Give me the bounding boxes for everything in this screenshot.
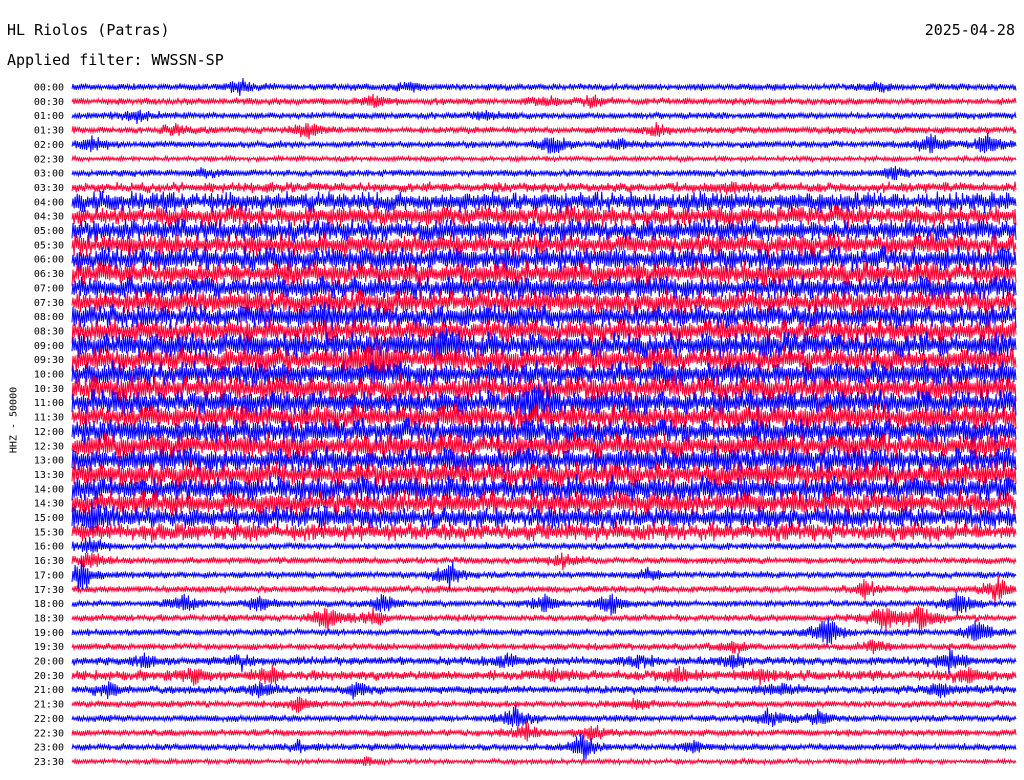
time-tick-label: 13:00: [34, 456, 64, 467]
time-tick-label: 17:00: [34, 570, 64, 581]
time-tick-label: 07:30: [34, 298, 64, 309]
trace-line-1930: [71, 639, 1017, 655]
trace-line-2000: [71, 647, 1017, 675]
time-tick-label: 11:00: [34, 398, 64, 409]
trace-line-2300: [71, 733, 1017, 761]
trace-line-2200: [71, 704, 1017, 728]
time-tick-label: 14:30: [34, 499, 64, 510]
trace-line-2100: [71, 681, 1017, 700]
time-tick-label: 00:30: [34, 97, 64, 108]
trace-line-0400: [71, 190, 1017, 214]
time-tick-label: 16:00: [34, 542, 64, 553]
time-tick-label: 09:30: [34, 355, 64, 366]
time-tick-label: 07:00: [34, 283, 64, 294]
time-tick-label: 03:30: [34, 183, 64, 194]
time-tick-label: 10:30: [34, 384, 64, 395]
trace-line-0300: [71, 165, 1017, 181]
time-tick-label: 18:30: [34, 613, 64, 624]
trace-line-0230: [71, 154, 1017, 164]
trace-line-2230: [71, 721, 1017, 742]
trace-line-1630: [71, 552, 1017, 571]
time-tick-label: 01:00: [34, 111, 64, 122]
time-tick-label: 19:30: [34, 642, 64, 653]
time-tick-label: 02:00: [34, 140, 64, 151]
time-tick-label: 01:30: [34, 126, 64, 137]
time-tick-label: 08:00: [34, 312, 64, 323]
time-tick-label: 04:00: [34, 197, 64, 208]
trace-line-0130: [71, 122, 1017, 140]
trace-line-2030: [71, 664, 1017, 686]
time-tick-label: 08:30: [34, 326, 64, 337]
time-tick-label: 17:30: [34, 585, 64, 596]
time-tick-label: 15:00: [34, 513, 64, 524]
trace-line-2130: [71, 696, 1017, 713]
time-tick-label: 15:30: [34, 527, 64, 538]
time-tick-label: 06:30: [34, 269, 64, 280]
time-tick-label: 14:00: [34, 484, 64, 495]
time-tick-label: 05:00: [34, 226, 64, 237]
trace-line-0200: [71, 132, 1017, 154]
seismogram-plot: 00:00 00:30 01:00 01:30 02:00 02:30 03:00 03:30…: [34, 77, 1017, 768]
time-tick-label: 22:30: [34, 728, 64, 739]
trace-line-0100: [71, 109, 1017, 125]
time-tick-label: 04:30: [34, 212, 64, 223]
time-tick-label: 21:30: [34, 700, 64, 711]
time-tick-label: 21:00: [34, 685, 64, 696]
time-tick-label: 05:30: [34, 240, 64, 251]
time-tick-label: 20:30: [34, 671, 64, 682]
time-tick-label: 20:00: [34, 657, 64, 668]
trace-line-0030: [71, 93, 1017, 109]
time-tick-label: 19:00: [34, 628, 64, 639]
time-tick-label: 11:30: [34, 413, 64, 424]
time-tick-label: 18:00: [34, 599, 64, 610]
trace-line-1600: [71, 536, 1017, 554]
time-tick-label: 22:00: [34, 714, 64, 725]
time-tick-label: 13:30: [34, 470, 64, 481]
time-tick-label: 10:00: [34, 370, 64, 381]
time-tick-label: 00:00: [34, 83, 64, 94]
time-tick-label: 12:00: [34, 427, 64, 438]
time-tick-label: 03:00: [34, 169, 64, 180]
trace-line-0000: [71, 77, 1017, 97]
time-tick-label: 23:00: [34, 743, 64, 754]
trace-line-2330: [71, 756, 1017, 767]
time-tick-label: 12:30: [34, 441, 64, 452]
time-tick-label: 23:30: [34, 757, 64, 768]
time-tick-label: 09:00: [34, 341, 64, 352]
time-tick-label: 16:30: [34, 556, 64, 567]
time-tick-label: 02:30: [34, 154, 64, 165]
time-tick-label: 06:00: [34, 255, 64, 266]
